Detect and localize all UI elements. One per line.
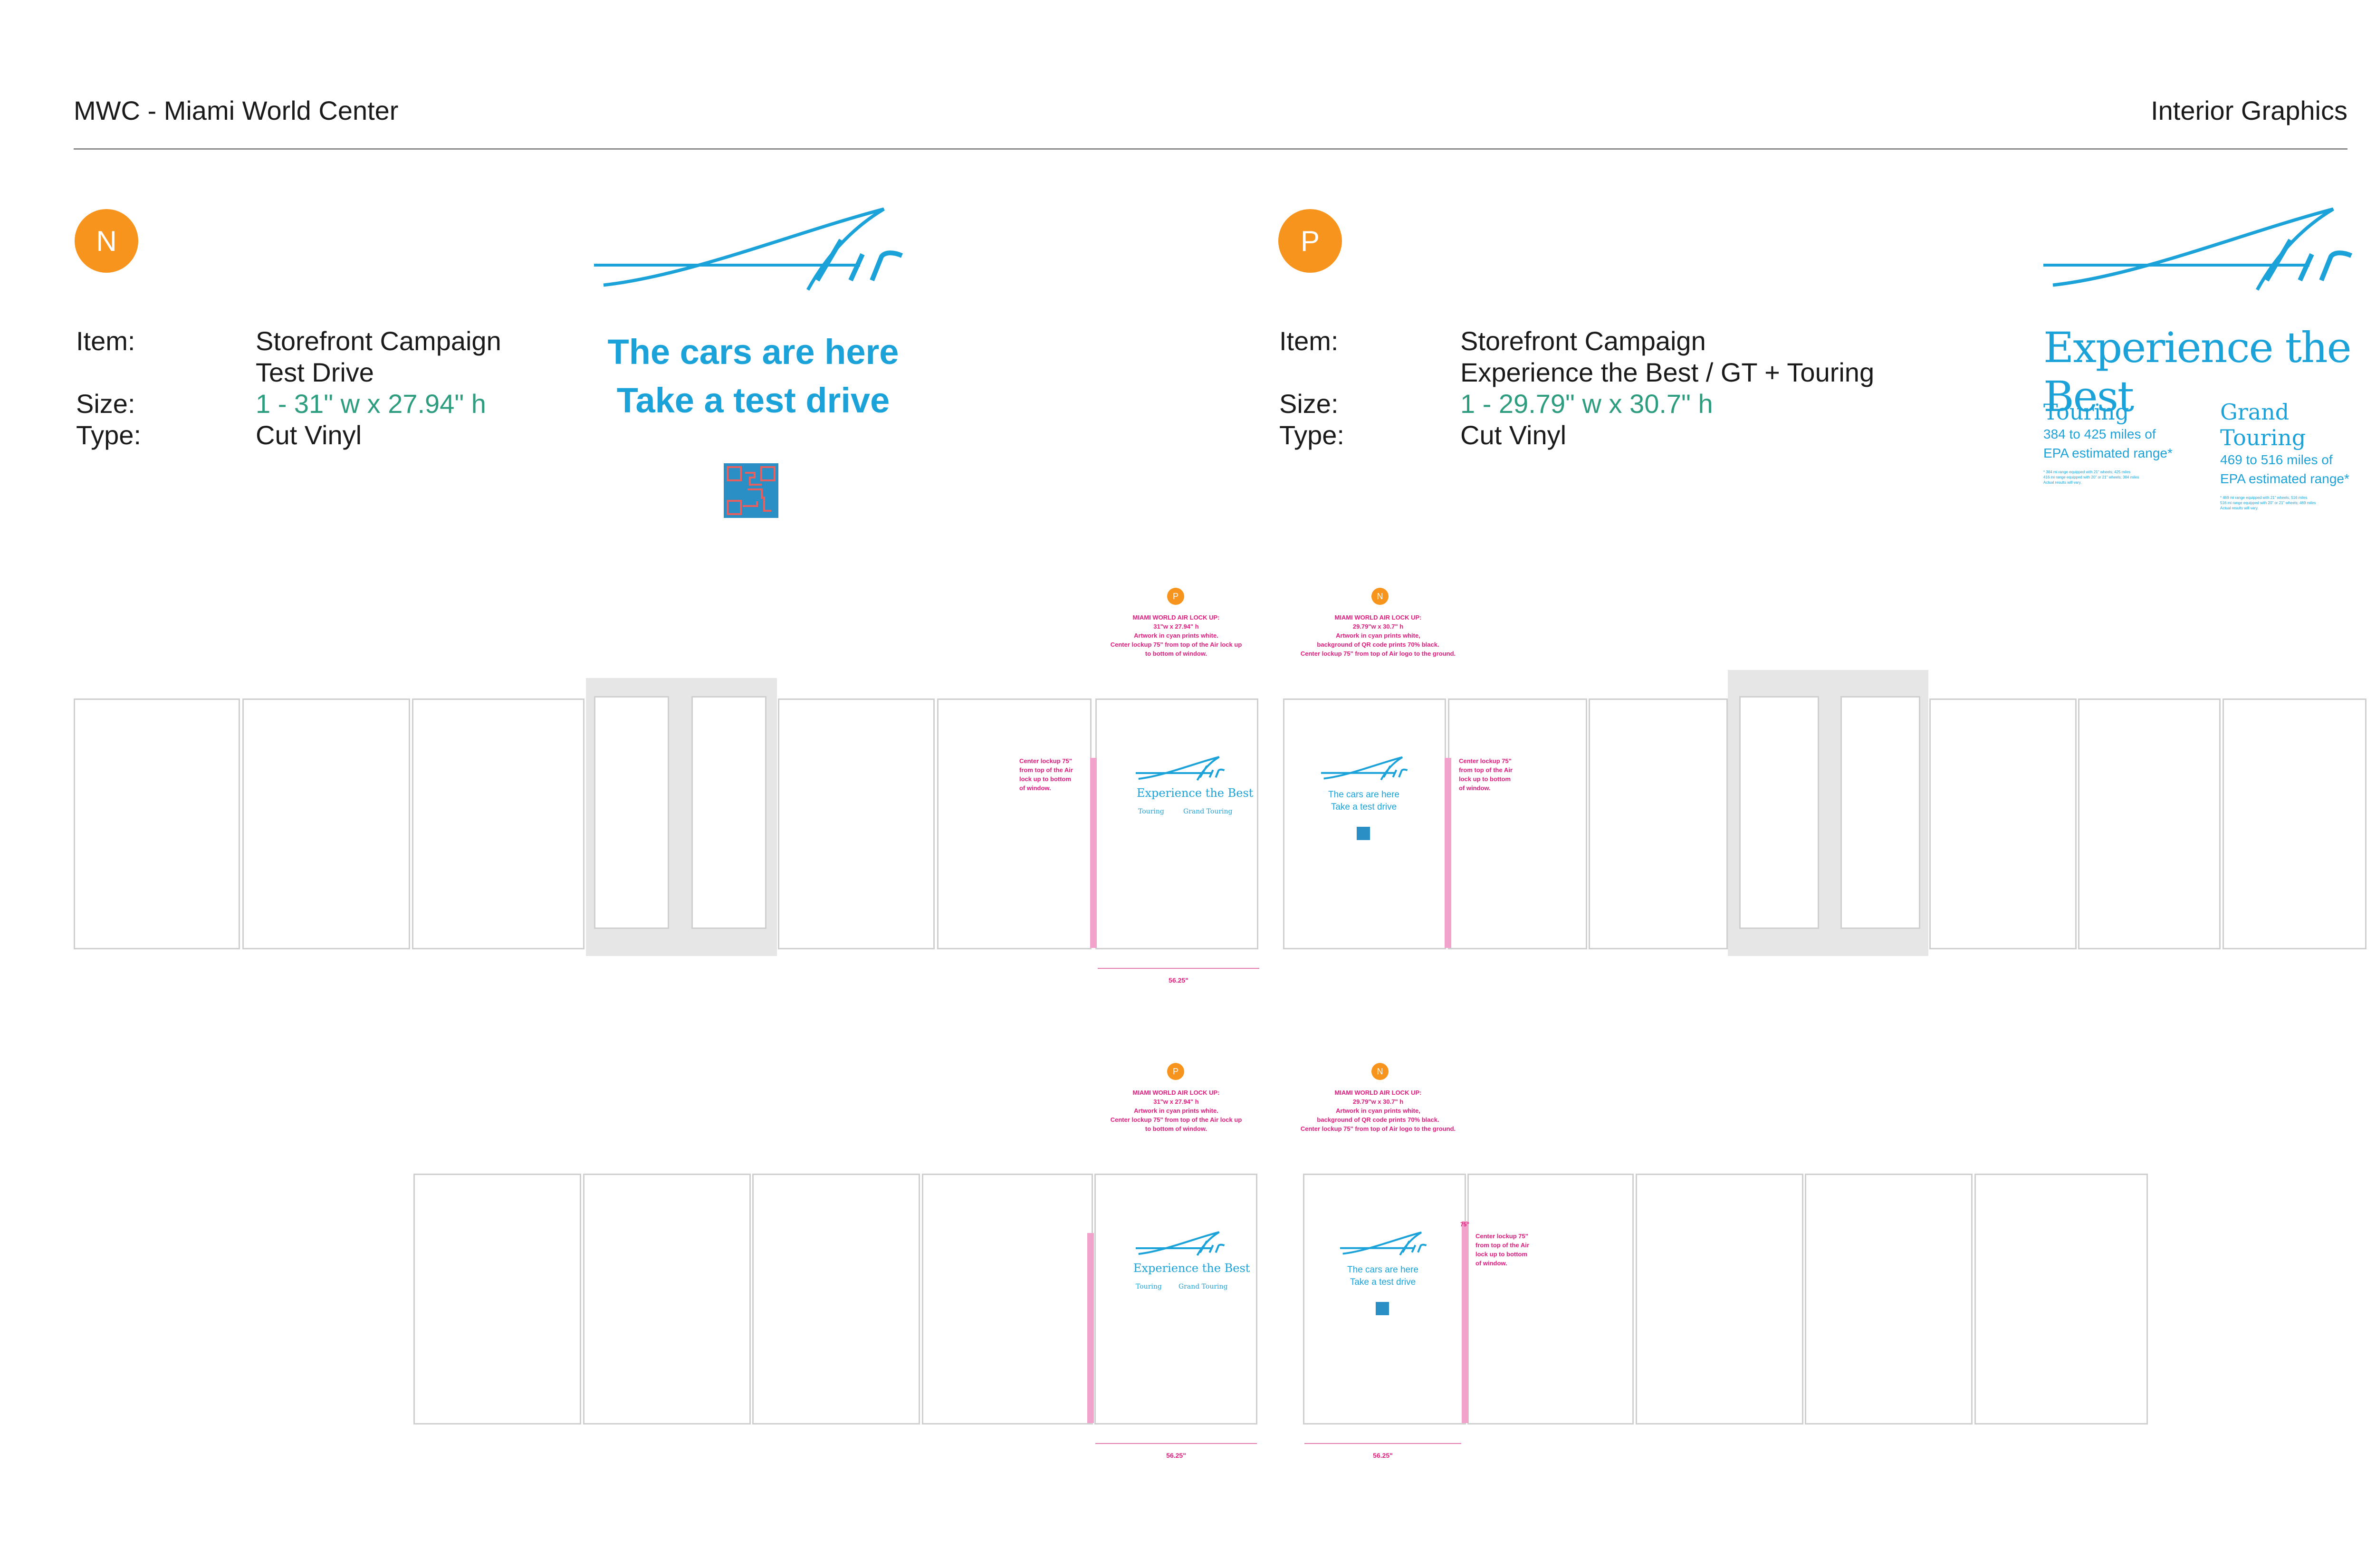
badge-p: P <box>1278 209 1342 273</box>
size-value: 1 - 31" w x 27.94" h <box>256 389 486 419</box>
type-label: Type: <box>76 420 141 450</box>
mini-cars-text: The cars are here Take a test drive <box>1328 790 1399 812</box>
qr-code <box>724 463 778 518</box>
dimension-line <box>1098 968 1259 969</box>
mini-qr <box>1376 1302 1389 1315</box>
dim-75-label: 75" <box>1460 1221 1470 1228</box>
window-pane <box>937 698 1092 949</box>
window-pane <box>2223 698 2366 949</box>
lockup-marker <box>1462 1221 1468 1423</box>
mini-gt: Grand Touring <box>1183 808 1233 815</box>
elev2-p-note: MIAMI WORLD AIR LOCK UP: 31"w x 27.94" hA… <box>1110 1089 1242 1132</box>
window-pane <box>752 1174 920 1425</box>
touring-footnote-2: 416 mi range equipped with 20" or 21" wh… <box>2043 475 2139 479</box>
size-value: 1 - 29.79" w x 30.7" h <box>1460 389 1713 419</box>
door-glass <box>691 696 766 929</box>
badge-n: N <box>75 209 138 273</box>
window-pane <box>583 1174 751 1425</box>
window-pane <box>242 698 410 949</box>
touring-range: 384 to 425 miles of <box>2043 427 2156 441</box>
window-pane <box>1303 1174 1466 1425</box>
mini-touring: Touring <box>1136 1283 1162 1291</box>
air-logo <box>594 207 903 291</box>
header-divider <box>74 148 2347 150</box>
type-value: Cut Vinyl <box>1460 420 1567 450</box>
dimension-line <box>1304 1443 1461 1444</box>
door-glass <box>1840 696 1920 929</box>
item-value-2: Experience the Best / GT + Touring <box>1460 357 1875 387</box>
mini-air-logo <box>1136 1231 1225 1256</box>
dimension-label: 56.25" <box>1373 1452 1393 1459</box>
mini-air-logo <box>1321 756 1408 781</box>
window-pane <box>1589 698 1728 949</box>
mini-touring: Touring <box>1138 808 1164 815</box>
window-pane <box>1094 1174 1257 1425</box>
item-label: Item: <box>76 326 135 356</box>
window-pane <box>1448 698 1587 949</box>
window-pane <box>413 1174 581 1425</box>
center-lockup-note: Center lockup 75" from top of the Air lock… <box>1475 1233 1529 1267</box>
item-value: Storefront Campaign <box>1460 326 1706 356</box>
window-pane <box>1467 1174 1634 1425</box>
window-pane <box>922 1174 1093 1425</box>
touring-epa: EPA estimated range* <box>2043 446 2173 460</box>
lockup-marker <box>1087 1233 1094 1423</box>
elev1-badge-n: N <box>1371 588 1389 605</box>
center-lockup-note: Center lockup 75" from top of the Air lock… <box>1459 757 1513 792</box>
center-lockup-note: Center lockup 75" from top of the Air lock… <box>1019 757 1073 792</box>
dimension-line <box>1095 1443 1257 1444</box>
type-value: Cut Vinyl <box>256 420 362 450</box>
window-pane <box>1095 698 1258 949</box>
dimension-label: 56.25" <box>1166 1452 1186 1459</box>
gt-footnote-2: 516 mi range equipped with 20" or 21" wh… <box>2220 501 2316 505</box>
mini-qr <box>1357 827 1370 840</box>
elev1-p-note: MIAMI WORLD AIR LOCK UP: 31"w x 27.94" hA… <box>1110 614 1242 657</box>
mini-gt: Grand Touring <box>1178 1283 1228 1291</box>
grand-touring-range: 469 to 516 miles of <box>2220 452 2333 467</box>
mini-air-logo <box>1340 1231 1427 1256</box>
mini-experience: Experience the Best <box>1137 786 1254 800</box>
gt-footnote-1: * 469 mi range equipped with 21" wheels;… <box>2220 496 2308 500</box>
elev1-n-note: MIAMI WORLD AIR LOCK UP: 29.79"w x 30.7" … <box>1300 614 1456 657</box>
elev1-badge-p: P <box>1167 588 1184 605</box>
mini-air-logo <box>1136 756 1225 781</box>
window-pane <box>778 698 935 949</box>
mini-cars-text: The cars are here Take a test drive <box>1347 1265 1418 1287</box>
window-pane <box>1974 1174 2148 1425</box>
mini-experience: Experience the Best <box>1133 1262 1250 1275</box>
elev2-n-note: MIAMI WORLD AIR LOCK UP: 29.79"w x 30.7" … <box>1300 1089 1456 1132</box>
grand-touring-title: Grand Touring <box>2220 399 2306 450</box>
headline-line-2: Take a test drive <box>616 381 890 420</box>
lockup-marker <box>1445 758 1451 948</box>
item-value: Storefront Campaign <box>256 326 501 356</box>
size-label: Size: <box>1279 389 1339 419</box>
window-pane <box>1636 1174 1803 1425</box>
air-logo <box>2043 207 2353 291</box>
section-title: Interior Graphics <box>2151 96 2347 125</box>
window-pane <box>412 698 584 949</box>
lockup-marker <box>1090 758 1097 948</box>
project-title: MWC - Miami World Center <box>74 96 399 125</box>
dimension-label: 56.25" <box>1169 976 1188 984</box>
window-pane <box>1283 698 1446 949</box>
headline-line-1: The cars are here <box>607 332 899 372</box>
door-glass <box>594 696 669 929</box>
type-label: Type: <box>1279 420 1344 450</box>
gt-footnote-3: Actual results will vary. <box>2220 506 2259 510</box>
elev2-badge-p: P <box>1167 1063 1184 1080</box>
item-value-2: Test Drive <box>256 357 374 387</box>
size-label: Size: <box>76 389 135 419</box>
touring-footnote-3: Actual results will vary. <box>2043 480 2082 485</box>
window-pane <box>1929 698 2077 949</box>
grand-touring-epa: EPA estimated range* <box>2220 471 2349 486</box>
window-pane <box>74 698 240 949</box>
item-label: Item: <box>1279 326 1339 356</box>
window-pane <box>1805 1174 1973 1425</box>
touring-footnote-1: * 384 mi range equipped with 21" wheels;… <box>2043 470 2131 474</box>
touring-title: Touring <box>2043 399 2129 425</box>
elev2-badge-n: N <box>1371 1063 1389 1080</box>
door-glass <box>1739 696 1819 929</box>
window-pane <box>2078 698 2221 949</box>
